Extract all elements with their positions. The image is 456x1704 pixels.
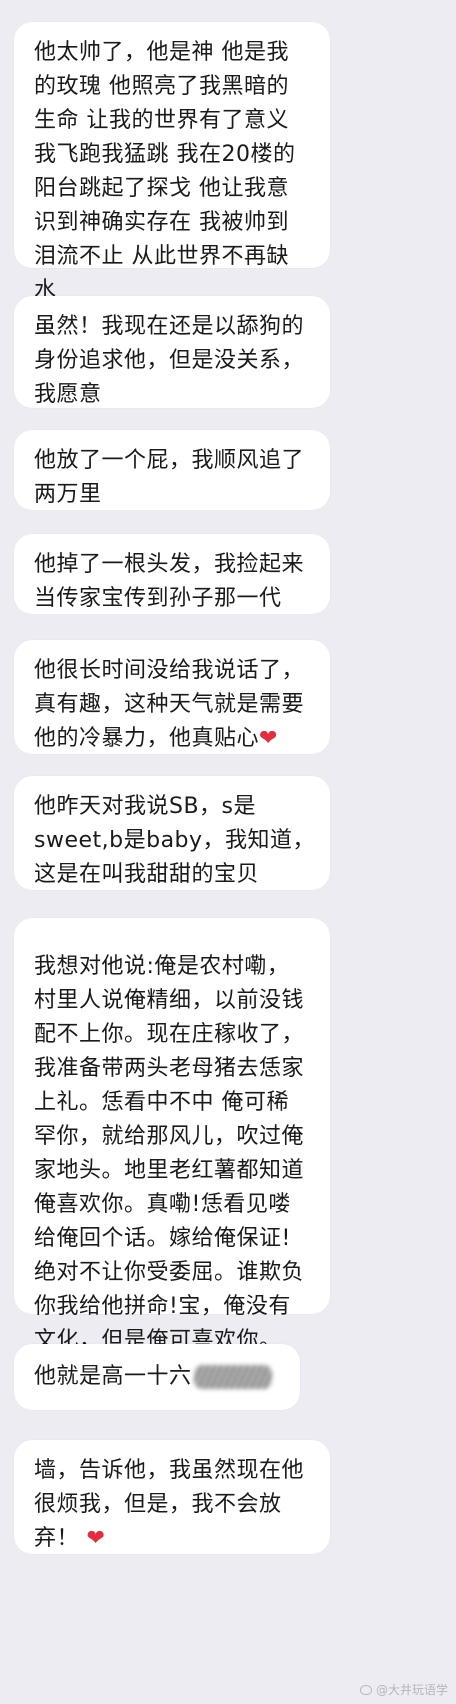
message-text: 绝对不让你受委屈。谁欺负 bbox=[34, 1260, 305, 1285]
message-text: 我准备带两头老母猪去恁家 bbox=[34, 1056, 305, 1081]
message-text: 阳台跳起了探戈 他让我意 bbox=[34, 176, 289, 201]
message-text: 他的冷暴力，他真贴心 bbox=[34, 726, 260, 751]
message-text: 他就是高一十六 bbox=[34, 1364, 192, 1389]
message-text: 弃！ bbox=[34, 1526, 80, 1551]
redacted-blur bbox=[193, 1365, 272, 1389]
message-text: 虽然！我现在还是以舔狗的 bbox=[34, 314, 305, 339]
message-bubble: 墙，告诉他，我虽然现在他 很烦我，但是，我不会放 弃！ ❤ bbox=[14, 1440, 330, 1554]
message-text: 两万里 bbox=[34, 482, 102, 507]
message-text: 墙，告诉他，我虽然现在他 bbox=[34, 1458, 305, 1483]
message-text: 很烦我，但是，我不会放 bbox=[34, 1492, 282, 1517]
message-text: 他放了一个屁，我顺风追了 bbox=[34, 448, 305, 473]
message-text: 这是在叫我甜甜的宝贝 bbox=[34, 862, 260, 887]
message-text: 真有趣，这种天气就是需要 bbox=[34, 692, 305, 717]
message-text: 给俺回个话。嫁给俺保证! bbox=[34, 1226, 291, 1251]
weibo-icon bbox=[359, 1684, 372, 1695]
message-bubble: 他就是高一十六 bbox=[14, 1344, 300, 1410]
message-text: 当传家宝传到孙子那一代 bbox=[34, 586, 282, 611]
message-text: sweet,b是baby，我知道， bbox=[34, 828, 316, 853]
message-bubble: 虽然！我现在还是以舔狗的 身份追求他，但是没关系， 我愿意 bbox=[14, 296, 330, 408]
message-line: 他的冷暴力，他真贴心❤ bbox=[34, 722, 312, 756]
message-text: 他掉了一根头发，我捡起来 bbox=[34, 552, 305, 577]
message-text: 泪流不止 从此世界不再缺 bbox=[34, 244, 289, 269]
message-text: 我想对他说:俺是农村嘞， bbox=[34, 954, 290, 979]
message-text: 我愿意 bbox=[34, 382, 102, 407]
chat-area: 他太帅了，他是神 他是我 的玫瑰 他照亮了我黑暗的 生命 让我的世界有了意义 我… bbox=[0, 0, 456, 1704]
message-text: 俺喜欢你。真嘞!恁看见喽 bbox=[34, 1192, 291, 1217]
message-text: 识到神确实存在 我被帅到 bbox=[34, 210, 289, 235]
message-text: 村里人说俺精细，以前没钱 bbox=[34, 988, 305, 1013]
message-text: 他很长时间没给我说话了， bbox=[34, 658, 305, 683]
message-text: 身份追求他，但是没关系， bbox=[34, 348, 305, 373]
message-line: 他就是高一十六 bbox=[34, 1360, 282, 1394]
message-bubble: 他昨天对我说SB，s是 sweet,b是baby，我知道， 这是在叫我甜甜的宝贝 bbox=[14, 776, 330, 890]
message-text: 家地头。地里老红薯都知道 bbox=[34, 1158, 305, 1183]
message-bubble: 我想对他说:俺是农村嘞， 村里人说俺精细，以前没钱 配不上你。现在庄稼收了， 我… bbox=[14, 918, 330, 1353]
message-text: 我飞跑我猛跳 我在20楼的 bbox=[34, 142, 296, 167]
message-text: 的玫瑰 他照亮了我黑暗的 bbox=[34, 74, 289, 99]
message-bubble: 他很长时间没给我说话了， 真有趣，这种天气就是需要 他的冷暴力，他真贴心❤ bbox=[14, 640, 330, 754]
message-bubble: 他放了一个屁，我顺风追了 两万里 bbox=[14, 430, 330, 510]
message-text: 罕你，就给那风儿，吹过俺 bbox=[34, 1124, 305, 1149]
message-text: 上礼。恁看中不中 俺可稀 bbox=[34, 1090, 289, 1115]
message-text: 生命 让我的世界有了意义 bbox=[34, 108, 289, 133]
watermark-text: @大井玩语学 bbox=[375, 1683, 448, 1697]
message-text: 你我给他拼命!宝，俺没有 bbox=[34, 1294, 291, 1319]
heart-icon: ❤ bbox=[86, 1526, 106, 1551]
message-text: 他太帅了，他是神 他是我 bbox=[34, 40, 289, 65]
message-bubble: 他太帅了，他是神 他是我 的玫瑰 他照亮了我黑暗的 生命 让我的世界有了意义 我… bbox=[14, 22, 330, 303]
message-bubble: 他掉了一根头发，我捡起来 当传家宝传到孙子那一代 bbox=[14, 534, 330, 614]
watermark: @大井玩语学 bbox=[359, 1681, 448, 1698]
heart-icon: ❤ bbox=[259, 726, 278, 751]
message-line: 弃！ ❤ bbox=[34, 1522, 312, 1556]
message-text: 他昨天对我说SB，s是 bbox=[34, 794, 257, 819]
message-text: 配不上你。现在庄稼收了， bbox=[34, 1022, 305, 1047]
